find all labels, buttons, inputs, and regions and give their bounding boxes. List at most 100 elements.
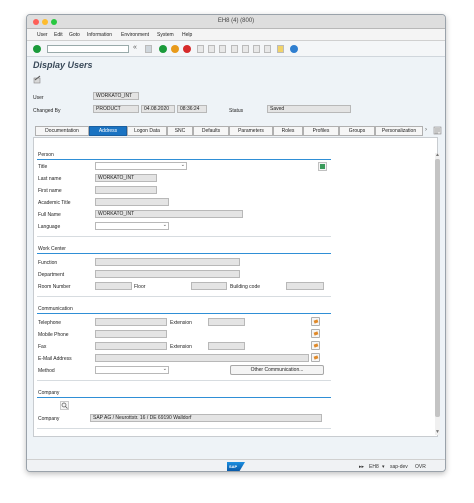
mobile-edit-icon[interactable] [311, 329, 320, 338]
building-code-field[interactable] [286, 282, 324, 290]
cancel-icon[interactable] [183, 45, 191, 53]
menu-user[interactable]: User [37, 32, 48, 38]
change-display-icon[interactable] [33, 75, 42, 84]
changed-date-field[interactable]: 04.08.2020 [141, 105, 175, 113]
menu-bar: User Edit Goto Information Environment S… [27, 29, 445, 41]
fax-edit-icon[interactable] [311, 341, 320, 350]
company-group-title: Company [38, 390, 60, 396]
email-edit-icon[interactable] [311, 353, 320, 362]
room-number-label: Room Number [38, 284, 71, 290]
status-system: EH8 [369, 464, 379, 470]
menu-edit[interactable]: Edit [54, 32, 63, 38]
company-search-icon[interactable] [60, 401, 69, 410]
menu-system[interactable]: System [157, 32, 174, 38]
method-label: Method [38, 368, 55, 374]
full-name-field[interactable]: WORKATO_INT [95, 210, 243, 218]
enter-check-icon[interactable] [33, 45, 41, 53]
changed-time-field[interactable]: 08:36:24 [177, 105, 207, 113]
expand-command-icon[interactable]: « [133, 44, 137, 51]
previous-page-icon[interactable] [242, 45, 249, 53]
tab-list-icon[interactable] [433, 126, 442, 135]
status-field[interactable]: Saved [267, 105, 351, 113]
print-icon[interactable] [197, 45, 204, 53]
tab-documentation[interactable]: Documentation [35, 126, 89, 136]
company-label: Company [38, 416, 60, 422]
mobile-phone-label: Mobile Phone [38, 332, 69, 338]
academic-title-field[interactable] [95, 198, 169, 206]
room-number-field[interactable] [95, 282, 132, 290]
command-field[interactable] [47, 45, 129, 53]
language-dropdown[interactable]: ⌄ [95, 222, 169, 230]
other-communication-button[interactable]: Other Communication... [230, 365, 324, 375]
next-page-icon[interactable] [253, 45, 260, 53]
first-name-field[interactable] [95, 186, 157, 194]
academic-title-label: Academic Title [38, 200, 71, 206]
tab-groups[interactable]: Groups [339, 126, 375, 136]
first-page-icon[interactable] [231, 45, 238, 53]
status-server: sap-dev [390, 464, 408, 470]
find-next-icon[interactable] [219, 45, 226, 53]
status-expand-icon[interactable]: ▸▸ [359, 464, 364, 470]
department-field[interactable] [95, 270, 240, 278]
menu-information[interactable]: Information [87, 32, 112, 38]
tab-roles[interactable]: Roles [273, 126, 303, 136]
new-session-icon[interactable] [277, 45, 284, 53]
changed-by-field[interactable]: PRODUCT [93, 105, 139, 113]
communication-group-title: Communication [38, 306, 73, 312]
find-icon[interactable] [208, 45, 215, 53]
tab-address[interactable]: Address [89, 126, 127, 136]
fax-label: Fax [38, 344, 47, 350]
mobile-phone-field[interactable] [95, 330, 167, 338]
help-icon[interactable] [290, 45, 298, 53]
user-field[interactable]: WORKATO_INT [93, 92, 139, 100]
exit-icon[interactable] [171, 45, 179, 53]
status-label: Status [229, 108, 244, 114]
last-name-field[interactable]: WORKATO_INT [95, 174, 157, 182]
save-icon[interactable] [145, 45, 152, 53]
tab-defaults[interactable]: Defaults [193, 126, 229, 136]
floor-field[interactable] [191, 282, 227, 290]
company-group-line [37, 397, 331, 398]
tab-parameters[interactable]: Parameters [229, 126, 273, 136]
page-title: Display Users [33, 60, 93, 70]
menu-help[interactable]: Help [182, 32, 192, 38]
email-address-label: E-Mail Address [38, 356, 72, 362]
status-system-dropdown-icon[interactable]: ▾ [382, 464, 385, 470]
vertical-scrollbar[interactable]: ▲ ▼ [435, 152, 440, 435]
last-page-icon[interactable] [264, 45, 271, 53]
title-dropdown[interactable]: ⌄ [95, 162, 187, 170]
person-group-bottom [37, 236, 331, 237]
method-dropdown[interactable]: ⌄ [95, 366, 169, 374]
tab-personalization[interactable]: Personalization [375, 126, 423, 136]
fax-extension-label: Extension [170, 344, 192, 350]
function-field[interactable] [95, 258, 240, 266]
menu-environment[interactable]: Environment [121, 32, 149, 38]
status-mode: OVR [415, 464, 426, 470]
fax-field[interactable] [95, 342, 167, 350]
language-label: Language [38, 224, 61, 230]
tab-profiles[interactable]: Profiles [303, 126, 339, 136]
telephone-edit-icon[interactable] [311, 317, 320, 326]
tab-strip: Documentation Address Logon Data SNC Def… [35, 126, 442, 136]
menu-goto[interactable]: Goto [69, 32, 80, 38]
back-icon[interactable] [159, 45, 167, 53]
tab-scroll-right-icon[interactable]: › [425, 127, 427, 133]
fax-extension-field[interactable] [208, 342, 245, 350]
work-center-group-bottom [37, 296, 331, 297]
extension-field[interactable] [208, 318, 245, 326]
function-label: Function [38, 260, 58, 266]
scroll-down-icon[interactable]: ▼ [435, 429, 440, 435]
user-label: User [33, 95, 44, 101]
address-tab-content: Person Title ⌄ Last name WORKATO_INT Fir… [33, 137, 438, 437]
company-field[interactable]: SAP AG / Neurottstr. 16 / DE 69190 Walld… [90, 414, 322, 422]
building-code-label: Building code [230, 284, 261, 290]
communication-group-bottom [37, 380, 331, 381]
tab-snc[interactable]: SNC [167, 126, 193, 136]
telephone-field[interactable] [95, 318, 167, 326]
address-detail-icon[interactable] [318, 162, 327, 171]
person-group-title: Person [38, 152, 54, 158]
scroll-thumb[interactable] [435, 159, 440, 417]
scroll-up-icon[interactable]: ▲ [435, 152, 440, 158]
email-address-field[interactable] [95, 354, 309, 362]
tab-logon-data[interactable]: Logon Data [127, 126, 167, 136]
